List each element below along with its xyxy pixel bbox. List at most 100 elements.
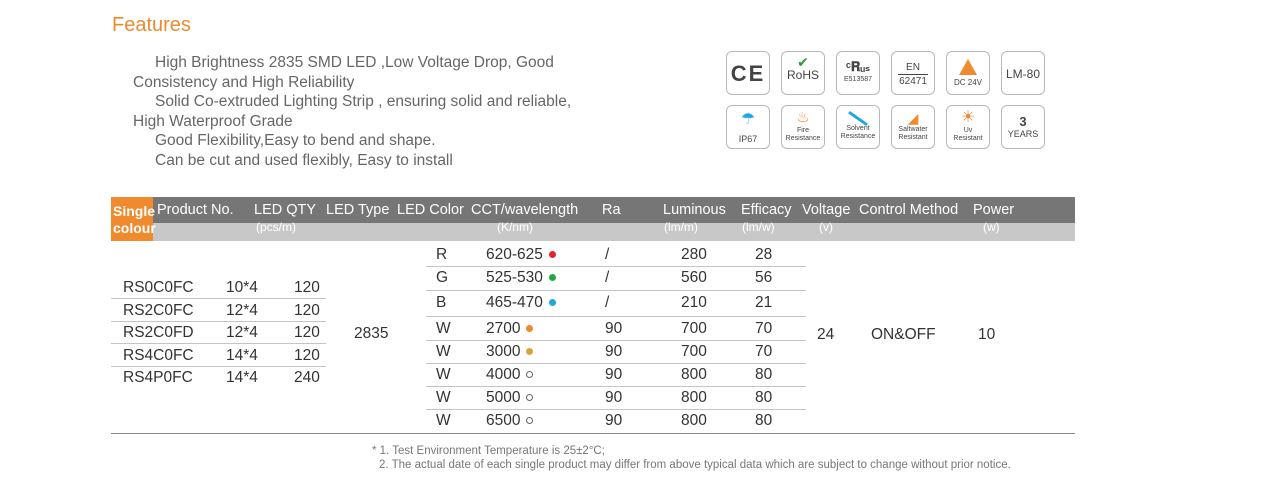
en-badge: EN 62471: [891, 51, 935, 95]
lm80-label: LM-80: [1005, 67, 1040, 81]
led-color: G: [436, 269, 449, 286]
cct-text: 6500: [486, 412, 521, 429]
cct-value: 465-470: [486, 294, 556, 312]
product-no: RS4C0FC: [123, 347, 194, 364]
product-config: 12*4: [226, 302, 258, 319]
product-no: RS4P0FC: [123, 369, 193, 386]
cct-value: 6500: [486, 412, 534, 430]
color-dot-icon: [526, 394, 534, 401]
control-value: ON&OFF: [871, 326, 936, 343]
luminous-value: 280: [681, 246, 707, 263]
cct-text: 4000: [486, 366, 521, 383]
th-power-unit: (w): [983, 220, 1000, 234]
th-cct: CCT/wavelength: [471, 202, 579, 218]
saltwater-resistant-badge: ◢ Saltwater Resistant: [891, 105, 935, 149]
th-cct-unit: (K/nm): [497, 220, 533, 234]
rohs-badge: ✔ RoHS: [781, 51, 825, 95]
fire-label-2: Resistance: [785, 135, 821, 142]
th-ra: Ra: [602, 202, 621, 218]
cct-text: 5000: [486, 389, 521, 406]
product-qty: 120: [294, 279, 320, 296]
product-qty: 240: [294, 369, 320, 386]
en-label: EN: [906, 62, 920, 73]
efficacy-value: 70: [755, 343, 773, 360]
solvent-label-2: Resistance: [840, 133, 876, 140]
flame-icon: ♨: [796, 109, 810, 126]
fire-label-1: Fire: [796, 127, 810, 134]
efficacy-value: 56: [755, 269, 773, 286]
luminous-value: 700: [681, 320, 707, 337]
row-divider: [426, 386, 806, 387]
th-led-color: LED Color: [397, 202, 464, 218]
product-no: RS2C0FC: [123, 302, 194, 319]
saltwater-icon: ◢: [907, 110, 919, 126]
efficacy-value: 28: [755, 246, 773, 263]
row-divider: [111, 366, 326, 367]
th-efficacy: Efficacy: [741, 202, 792, 218]
cct-value: 525-530: [486, 269, 556, 287]
cct-value: 5000: [486, 389, 534, 407]
ra-value: 90: [605, 366, 623, 383]
years-label: YEARS: [1007, 129, 1039, 139]
feature-item: High Brightness 2835 SMD LED ,Low Voltag…: [133, 54, 554, 91]
product-qty: 120: [294, 302, 320, 319]
luminous-value: 800: [681, 366, 707, 383]
dropper-icon: [848, 110, 868, 127]
ra-value: 90: [605, 412, 623, 429]
led-color: W: [436, 343, 451, 360]
product-config: 10*4: [226, 279, 258, 296]
row-divider: [111, 321, 326, 322]
features-list: High Brightness 2835 SMD LED ,Low Voltag…: [133, 53, 603, 170]
row-divider: [111, 298, 326, 299]
row-divider: [426, 290, 806, 291]
ip67-label: IP67: [738, 134, 758, 144]
fire-resistance-badge: ♨ Fire Resistance: [781, 105, 825, 149]
uv-label-2: Resistant: [953, 135, 983, 142]
cct-value: 3000: [486, 343, 534, 361]
led-type-value: 2835: [354, 325, 389, 342]
led-color: W: [436, 320, 451, 337]
th-product-no: Product No.: [157, 202, 234, 218]
ce-mark: CE: [730, 61, 766, 86]
ra-value: /: [605, 246, 610, 263]
features-title: Features: [112, 14, 191, 36]
lm80-badge: LM-80: [1001, 51, 1045, 95]
efficacy-value: 80: [755, 366, 773, 383]
row-divider: [426, 409, 806, 410]
umbrella-icon: ☂: [740, 111, 756, 128]
en-number: 62471: [899, 76, 927, 87]
feature-item: Can be cut and used flexibly, Easy to in…: [155, 151, 453, 169]
th-luminous-unit: (lm/m): [664, 220, 698, 234]
footnote-1: * 1. Test Environment Temperature is 25±…: [372, 445, 605, 457]
cct-value: 620-625: [486, 246, 556, 264]
led-color: W: [436, 389, 451, 406]
product-no: RS2C0FD: [123, 324, 194, 341]
warranty-badge: 3 YEARS: [1001, 105, 1045, 149]
efficacy-value: 70: [755, 320, 773, 337]
row-divider: [426, 340, 806, 341]
dc-voltage-badge: DC 24V: [946, 51, 990, 95]
row-divider: [426, 266, 806, 267]
product-config: 14*4: [226, 347, 258, 364]
color-dot-icon: [548, 274, 556, 281]
led-color: B: [436, 294, 447, 311]
ce-badge: CE: [726, 51, 770, 95]
row-divider: [111, 343, 326, 344]
led-color: W: [436, 366, 451, 383]
product-config: 12*4: [226, 324, 258, 341]
efficacy-value: 21: [755, 294, 773, 311]
luminous-value: 800: [681, 389, 707, 406]
th-control-method: Control Method: [859, 202, 959, 218]
th-led-qty: LED QTY: [254, 202, 317, 218]
row-divider: [426, 363, 806, 364]
ul-badge: ᶜ𝐑ᵤₛ E513587: [836, 51, 880, 95]
solvent-resistance-badge: Solvent Resistance: [836, 105, 880, 149]
product-config: 14*4: [226, 369, 258, 386]
color-dot-icon: [548, 251, 556, 258]
luminous-value: 210: [681, 294, 707, 311]
ra-value: 90: [605, 320, 623, 337]
colour-label: colour: [113, 220, 156, 236]
feature-item: Solid Co-extruded Lighting Strip , ensur…: [133, 93, 572, 130]
th-voltage-unit: (v): [819, 220, 833, 234]
ul-mark-icon: ᶜ𝐑ᵤₛ: [845, 59, 871, 74]
